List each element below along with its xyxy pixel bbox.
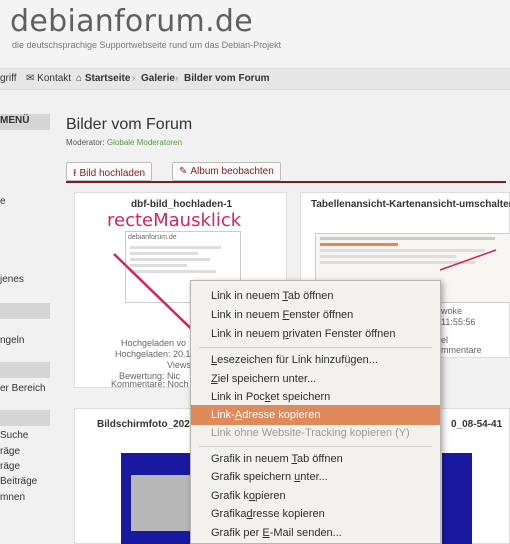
accent-divider bbox=[66, 181, 506, 183]
sidebar-section-heading bbox=[0, 303, 50, 319]
card-views: Views bbox=[167, 360, 191, 370]
card-title[interactable]: 0_08-54-41 bbox=[451, 419, 502, 430]
site-subtitle: die deutschsprachige Supportwebseite run… bbox=[12, 40, 282, 50]
navbar: griff ✉ Kontakt ⌂ Startseite › Galerie ›… bbox=[0, 68, 510, 90]
card-rating: el bbox=[441, 335, 449, 345]
upload-image-label: Bild hochladen bbox=[79, 168, 146, 179]
thumbnail-line bbox=[130, 264, 187, 267]
document-icon: ✎ bbox=[179, 166, 188, 177]
card-upload-date: Hochgeladen: 20.1 bbox=[115, 349, 191, 359]
thumbnail-line bbox=[320, 261, 476, 264]
card-title[interactable]: Tabellenansicht-Kartenansicht-umschalter bbox=[311, 199, 510, 210]
card-uploader: woke bbox=[441, 306, 463, 316]
sidebar: MENÜ e jenes ngeln er Bereich Suche räge… bbox=[0, 100, 50, 544]
thumbnail-line bbox=[320, 243, 398, 246]
page-title: Bilder vom Forum bbox=[66, 116, 193, 133]
menu-open-link-new-tab[interactable]: Link in neuem Tab öffnen bbox=[191, 286, 440, 306]
thumbnail-line bbox=[130, 246, 222, 249]
menu-save-link-to-pocket[interactable]: Link in Pocket speichern bbox=[191, 387, 440, 407]
menu-bookmark-link[interactable]: Lesezeichen für Link hinzufügen... bbox=[191, 350, 440, 370]
menu-open-link-private-window[interactable]: Link in neuem privaten Fenster öffnen bbox=[191, 324, 440, 344]
sidebar-section-heading bbox=[0, 362, 50, 378]
sidebar-item[interactable]: jenes bbox=[0, 274, 24, 285]
nav-contact-label: Kontakt bbox=[37, 73, 72, 84]
watch-album-label: Album beobachten bbox=[190, 166, 274, 177]
menu-separator bbox=[199, 446, 432, 447]
sidebar-item[interactable]: er Bereich bbox=[0, 383, 46, 394]
thumbnail-line bbox=[320, 255, 456, 258]
nav-home-label: Startseite bbox=[84, 73, 131, 84]
menu-copy-image[interactable]: Grafik kopieren bbox=[191, 486, 440, 506]
sidebar-item[interactable]: Suche bbox=[0, 430, 28, 441]
moderator-link[interactable]: Globale Moderatoren bbox=[107, 138, 182, 147]
menu-copy-link-address[interactable]: Link-Adresse kopieren bbox=[191, 405, 440, 425]
sidebar-item[interactable]: Beiträge bbox=[0, 476, 37, 487]
site-title[interactable]: debianforum.de bbox=[10, 4, 253, 39]
home-icon: ⌂ bbox=[76, 73, 83, 84]
sidebar-item[interactable]: räge bbox=[0, 461, 20, 472]
nav-current[interactable]: Bilder vom Forum bbox=[184, 73, 270, 84]
thumbnail-line bbox=[130, 270, 216, 273]
menu-open-link-new-window[interactable]: Link in neuem Fenster öffnen bbox=[191, 305, 440, 325]
breadcrumb-separator-icon: › bbox=[132, 73, 136, 84]
card-comments: Kommentare: Noch k bbox=[111, 379, 196, 389]
nav-gallery[interactable]: Galerie bbox=[141, 73, 175, 84]
sidebar-item[interactable]: ngeln bbox=[0, 335, 24, 346]
thumbnail-line bbox=[130, 258, 210, 261]
card-title[interactable]: dbf-bild_hochladen-1 bbox=[131, 199, 232, 210]
sidebar-item[interactable]: e bbox=[0, 196, 6, 207]
thumbnail-line bbox=[320, 249, 485, 252]
sidebar-item[interactable]: mnen bbox=[0, 492, 25, 503]
envelope-icon: ✉ bbox=[26, 73, 35, 84]
upload-image-button[interactable]: ⭱ Bild hochladen bbox=[66, 162, 153, 181]
sidebar-menu-heading: MENÜ bbox=[0, 114, 50, 130]
nav-cut-item[interactable]: griff bbox=[0, 73, 17, 84]
menu-separator bbox=[199, 347, 432, 348]
menu-copy-image-address[interactable]: Grafikadresse kopieren bbox=[191, 504, 440, 524]
annotation-label: recteMausklick bbox=[107, 210, 242, 231]
moderator-line: Moderator: Globale Moderatoren bbox=[66, 138, 182, 147]
thumbnail-header: debianforum.de bbox=[128, 234, 177, 241]
card-title[interactable]: Bildschirmfoto_2024 bbox=[97, 419, 195, 430]
context-menu: Link in neuem Tab öffnen Link in neuem F… bbox=[190, 280, 441, 544]
menu-save-image-as[interactable]: Grafik speichern unter... bbox=[191, 467, 440, 487]
watch-album-button[interactable]: ✎ Album beobachten bbox=[172, 162, 281, 181]
menu-email-image[interactable]: Grafik per E-Mail senden... bbox=[191, 523, 440, 543]
moderator-label: Moderator: bbox=[66, 138, 105, 147]
card-thumbnail[interactable] bbox=[442, 453, 472, 544]
upload-icon: ⭱ bbox=[73, 168, 77, 179]
sidebar-item[interactable]: räge bbox=[0, 446, 20, 457]
card-uploader: Hochgeladen vo bbox=[121, 338, 187, 348]
thumbnail-line bbox=[320, 237, 495, 240]
nav-contact[interactable]: ✉ Kontakt bbox=[26, 73, 71, 84]
menu-save-link-as[interactable]: Ziel speichern unter... bbox=[191, 369, 440, 389]
menu-copy-link-without-tracking[interactable]: Link ohne Website-Tracking kopieren (Y) bbox=[191, 423, 440, 443]
sidebar-section-heading bbox=[0, 410, 50, 426]
nav-home[interactable]: ⌂ Startseite bbox=[76, 73, 130, 84]
card-comments: mmentare bbox=[441, 345, 482, 355]
site-header: debianforum.de die deutschsprachige Supp… bbox=[0, 0, 510, 64]
card-upload-date: 11:55:56 bbox=[441, 317, 476, 327]
menu-open-image-new-tab[interactable]: Grafik in neuem Tab öffnen bbox=[191, 449, 440, 469]
breadcrumb-separator-icon: › bbox=[175, 73, 179, 84]
thumbnail-line bbox=[130, 252, 199, 255]
